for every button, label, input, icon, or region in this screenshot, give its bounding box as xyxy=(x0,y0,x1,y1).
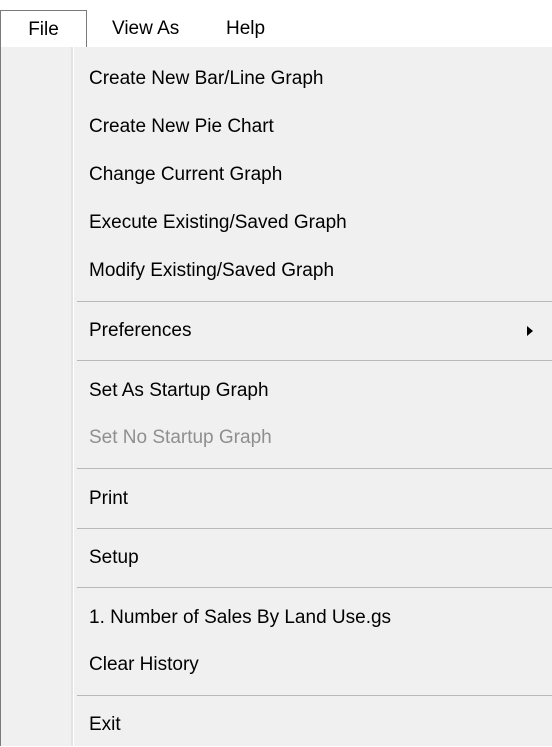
menu-item-change-current-graph[interactable]: Change Current Graph xyxy=(1,153,552,197)
menu-item-label: Execute Existing/Saved Graph xyxy=(89,212,347,233)
menu-item-exit[interactable]: Exit xyxy=(1,703,552,747)
menu-item-label: Create New Pie Chart xyxy=(89,116,274,137)
menu-item-setup[interactable]: Setup xyxy=(1,536,552,580)
menu-item-label: Set No Startup Graph xyxy=(89,427,272,448)
menu-view-as[interactable]: View As xyxy=(112,10,179,48)
file-dropdown-menu: Create New Bar/Line Graph Create New Pie… xyxy=(0,47,552,746)
menu-item-create-pie-chart[interactable]: Create New Pie Chart xyxy=(1,105,552,149)
menu-bar: File View As Help xyxy=(0,0,552,48)
menu-item-modify-saved-graph[interactable]: Modify Existing/Saved Graph xyxy=(1,249,552,293)
menu-file[interactable]: File xyxy=(0,10,87,48)
menu-item-clear-history[interactable]: Clear History xyxy=(1,643,552,687)
menu-separator xyxy=(77,301,552,302)
menu-item-create-bar-line-graph[interactable]: Create New Bar/Line Graph xyxy=(1,57,552,101)
menu-item-preferences[interactable]: Preferences xyxy=(1,309,552,353)
menu-separator xyxy=(77,468,552,469)
menu-separator xyxy=(77,587,552,588)
submenu-arrow-icon xyxy=(527,326,533,336)
menu-item-label: Create New Bar/Line Graph xyxy=(89,68,324,89)
menu-item-label: Change Current Graph xyxy=(89,164,283,185)
menu-item-label: Exit xyxy=(89,714,121,735)
menu-item-recent-file-1[interactable]: 1. Number of Sales By Land Use.gs xyxy=(1,596,552,640)
menu-item-label: Clear History xyxy=(89,654,199,675)
menu-separator xyxy=(77,528,552,529)
menu-item-set-startup-graph[interactable]: Set As Startup Graph xyxy=(1,369,552,413)
menu-separator xyxy=(77,695,552,696)
menu-item-label: 1. Number of Sales By Land Use.gs xyxy=(89,607,392,628)
menu-item-label: Modify Existing/Saved Graph xyxy=(89,260,335,281)
menu-item-set-no-startup-graph: Set No Startup Graph xyxy=(1,416,552,460)
menu-item-label: Print xyxy=(89,488,129,509)
menu-item-label: Setup xyxy=(89,547,139,568)
menu-item-print[interactable]: Print xyxy=(1,477,552,521)
menu-item-execute-saved-graph[interactable]: Execute Existing/Saved Graph xyxy=(1,201,552,245)
menu-item-label: Set As Startup Graph xyxy=(89,380,269,401)
menu-separator xyxy=(77,360,552,361)
menu-item-label: Preferences xyxy=(89,320,192,341)
menu-help[interactable]: Help xyxy=(226,10,265,48)
